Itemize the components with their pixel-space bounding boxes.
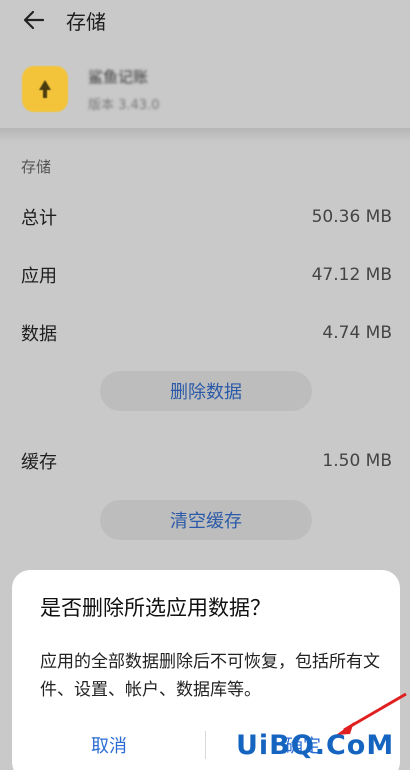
page-title: 存储 — [66, 9, 106, 34]
dialog-title: 是否删除所选应用数据？ — [40, 596, 271, 620]
storage-row-app: 应用 47.12 MB — [0, 255, 410, 295]
shark-icon — [39, 80, 51, 98]
row-label: 应用 — [21, 266, 57, 287]
storage-row-total: 总计 50.36 MB — [0, 197, 410, 237]
app-name: 鲨鱼记账 — [88, 68, 149, 86]
clear-cache-button[interactable]: 清空缓存 — [100, 500, 312, 540]
storage-row-cache: 缓存 1.50 MB — [0, 441, 410, 481]
row-value: 47.12 MB — [311, 265, 392, 285]
cancel-button[interactable]: 取消 — [12, 725, 206, 765]
row-value: 50.36 MB — [311, 207, 392, 227]
header-divider — [0, 128, 410, 142]
storage-section-label: 存储 — [21, 158, 52, 176]
storage-row-data: 数据 4.74 MB — [0, 313, 410, 353]
app-icon — [22, 66, 68, 112]
app-info: 鲨鱼记账 版本 3.43.0 — [0, 52, 410, 128]
row-label: 总计 — [21, 208, 57, 229]
back-button[interactable] — [18, 4, 50, 36]
row-value: 4.74 MB — [322, 323, 392, 343]
row-value: 1.50 MB — [322, 451, 392, 471]
row-label: 缓存 — [21, 452, 57, 473]
app-version: 版本 3.43.0 — [88, 98, 160, 113]
row-label: 数据 — [21, 324, 57, 345]
back-arrow-icon — [23, 10, 45, 30]
delete-data-button[interactable]: 删除数据 — [100, 371, 312, 411]
watermark-logo: UiBQ.CoM — [236, 730, 395, 761]
storage-screen: 存储 鲨鱼记账 版本 3.43.0 存储 总计 50.36 MB 应用 47.1… — [0, 0, 410, 770]
top-bar: 存储 — [0, 0, 410, 40]
